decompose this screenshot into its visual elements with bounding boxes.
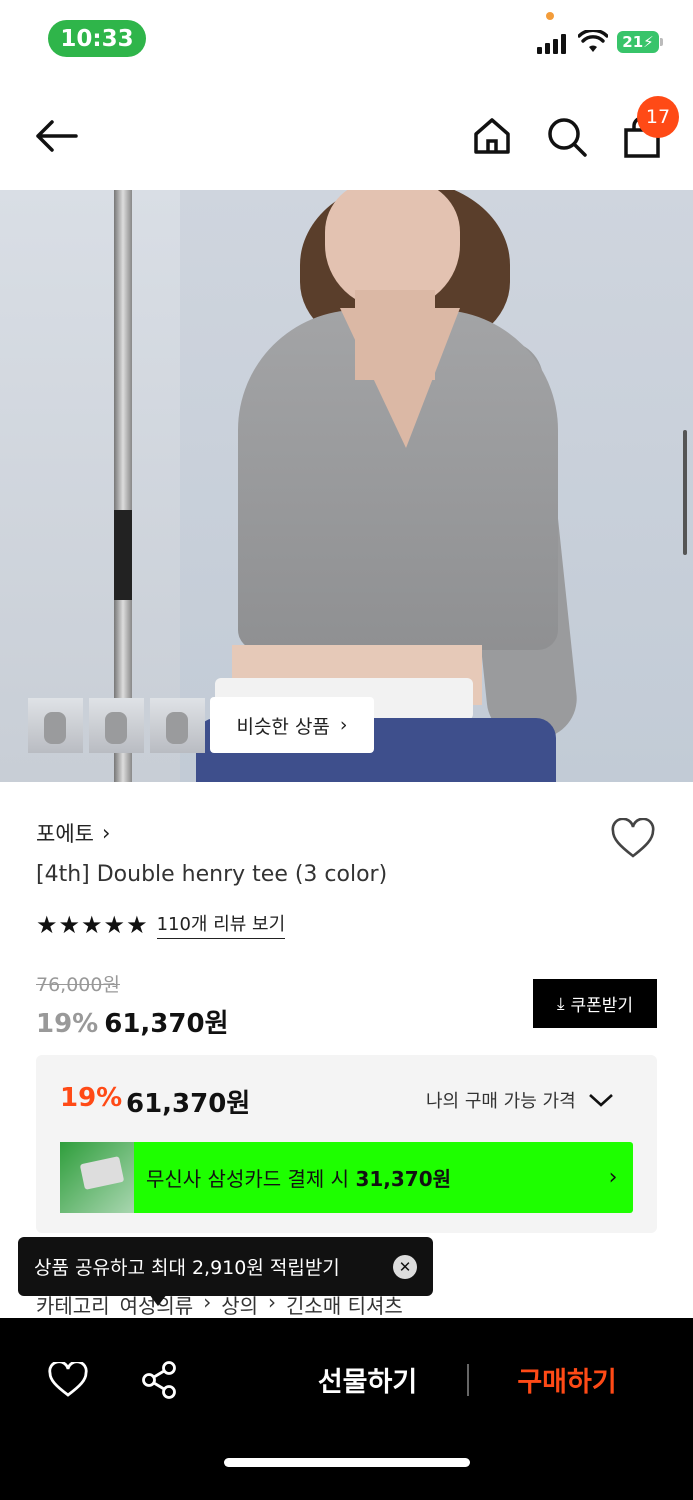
cart-count-badge: 17: [637, 96, 679, 138]
my-price-dropdown[interactable]: 나의 구매 가능 가격: [426, 1087, 614, 1113]
product-photo[interactable]: [0, 190, 693, 782]
box-discount-rate: 19%: [60, 1083, 123, 1113]
rating-row: ★★★★★ 110개 리뷰 보기: [36, 910, 286, 939]
battery-tip: [660, 38, 663, 46]
wifi-icon: [578, 30, 608, 52]
similar-products-label: 비슷한 상품: [236, 715, 330, 738]
photo-stand-tag: [114, 510, 132, 600]
photo-stand-pole: [114, 190, 132, 782]
back-arrow-icon[interactable]: [30, 114, 84, 158]
tooltip-text: 상품 공유하고 최대 2,910원 적립받기: [34, 1257, 340, 1279]
home-indicator[interactable]: [224, 1458, 470, 1467]
status-bar: 10:33 21 ⚡: [0, 0, 693, 80]
card-promo-image: [60, 1142, 134, 1213]
card-promo-banner[interactable]: 무신사 삼성카드 결제 시 31,370원 ›: [60, 1142, 633, 1213]
chevron-right-icon: ›: [101, 821, 111, 845]
chevron-down-icon: [588, 1094, 613, 1107]
star-rating-icon: ★★★★★: [36, 910, 149, 939]
sale-price: 61,370원: [104, 1009, 229, 1039]
my-price-box: 19% 61,370원 나의 구매 가능 가격 무신사 삼성카드 결제 시 31…: [36, 1055, 657, 1233]
button-divider: [467, 1364, 469, 1396]
photo-wall: [0, 190, 180, 782]
box-price: 61,370원: [126, 1089, 251, 1119]
thumbnail-2[interactable]: [89, 698, 144, 753]
bottom-action-bar: 선물하기 구매하기: [0, 1318, 693, 1500]
top-nav: [0, 90, 693, 190]
card-promo-price: 31,370원: [355, 1167, 452, 1191]
download-icon: ⤓: [556, 993, 565, 1014]
gift-button[interactable]: 선물하기: [300, 1360, 435, 1399]
coupon-label: 쿠폰받기: [570, 996, 634, 1016]
like-heart-icon[interactable]: [610, 818, 656, 860]
thumbnail-1[interactable]: [28, 698, 83, 753]
similar-products-button[interactable]: 비슷한 상품 ›: [210, 697, 374, 753]
home-icon[interactable]: [470, 114, 514, 158]
card-promo-label: 무신사 삼성카드 결제 시: [146, 1167, 350, 1191]
tooltip-arrow: [149, 1294, 167, 1306]
image-scroll-indicator: [683, 430, 687, 555]
card-promo-text: 무신사 삼성카드 결제 시 31,370원: [146, 1163, 593, 1192]
privacy-indicator-dot: [546, 12, 554, 20]
brand-link[interactable]: 포에토 ›: [36, 818, 110, 848]
review-link[interactable]: 110개 리뷰 보기: [156, 910, 286, 939]
share-icon[interactable]: [140, 1360, 178, 1400]
close-icon[interactable]: ✕: [393, 1255, 417, 1279]
thumbnail-3[interactable]: [150, 698, 205, 753]
sale-price-row: 19% 61,370원: [36, 1003, 229, 1040]
battery-icon: 21 ⚡: [617, 31, 659, 53]
discount-rate: 19%: [36, 1009, 99, 1039]
status-time: 10:33: [48, 20, 146, 57]
coupon-button[interactable]: ⤓ 쿠폰받기: [533, 979, 657, 1028]
chevron-right-icon: ›: [339, 714, 348, 736]
product-title: [4th] Double henry tee (3 color): [36, 862, 388, 887]
buy-button[interactable]: 구매하기: [497, 1360, 637, 1399]
original-price: 76,000원: [36, 974, 120, 996]
brand-name: 포에토: [36, 822, 94, 846]
thumbnail-strip: [28, 698, 205, 753]
like-heart-icon[interactable]: [48, 1362, 88, 1398]
battery-level: 21: [622, 33, 644, 51]
chevron-right-icon: ›: [608, 1165, 618, 1190]
share-reward-tooltip: 상품 공유하고 최대 2,910원 적립받기: [18, 1237, 433, 1296]
cellular-signal-icon: [537, 34, 566, 54]
charging-bolt-icon: ⚡: [643, 33, 654, 51]
search-icon[interactable]: [544, 114, 590, 160]
my-price-label: 나의 구매 가능 가격: [426, 1091, 576, 1112]
